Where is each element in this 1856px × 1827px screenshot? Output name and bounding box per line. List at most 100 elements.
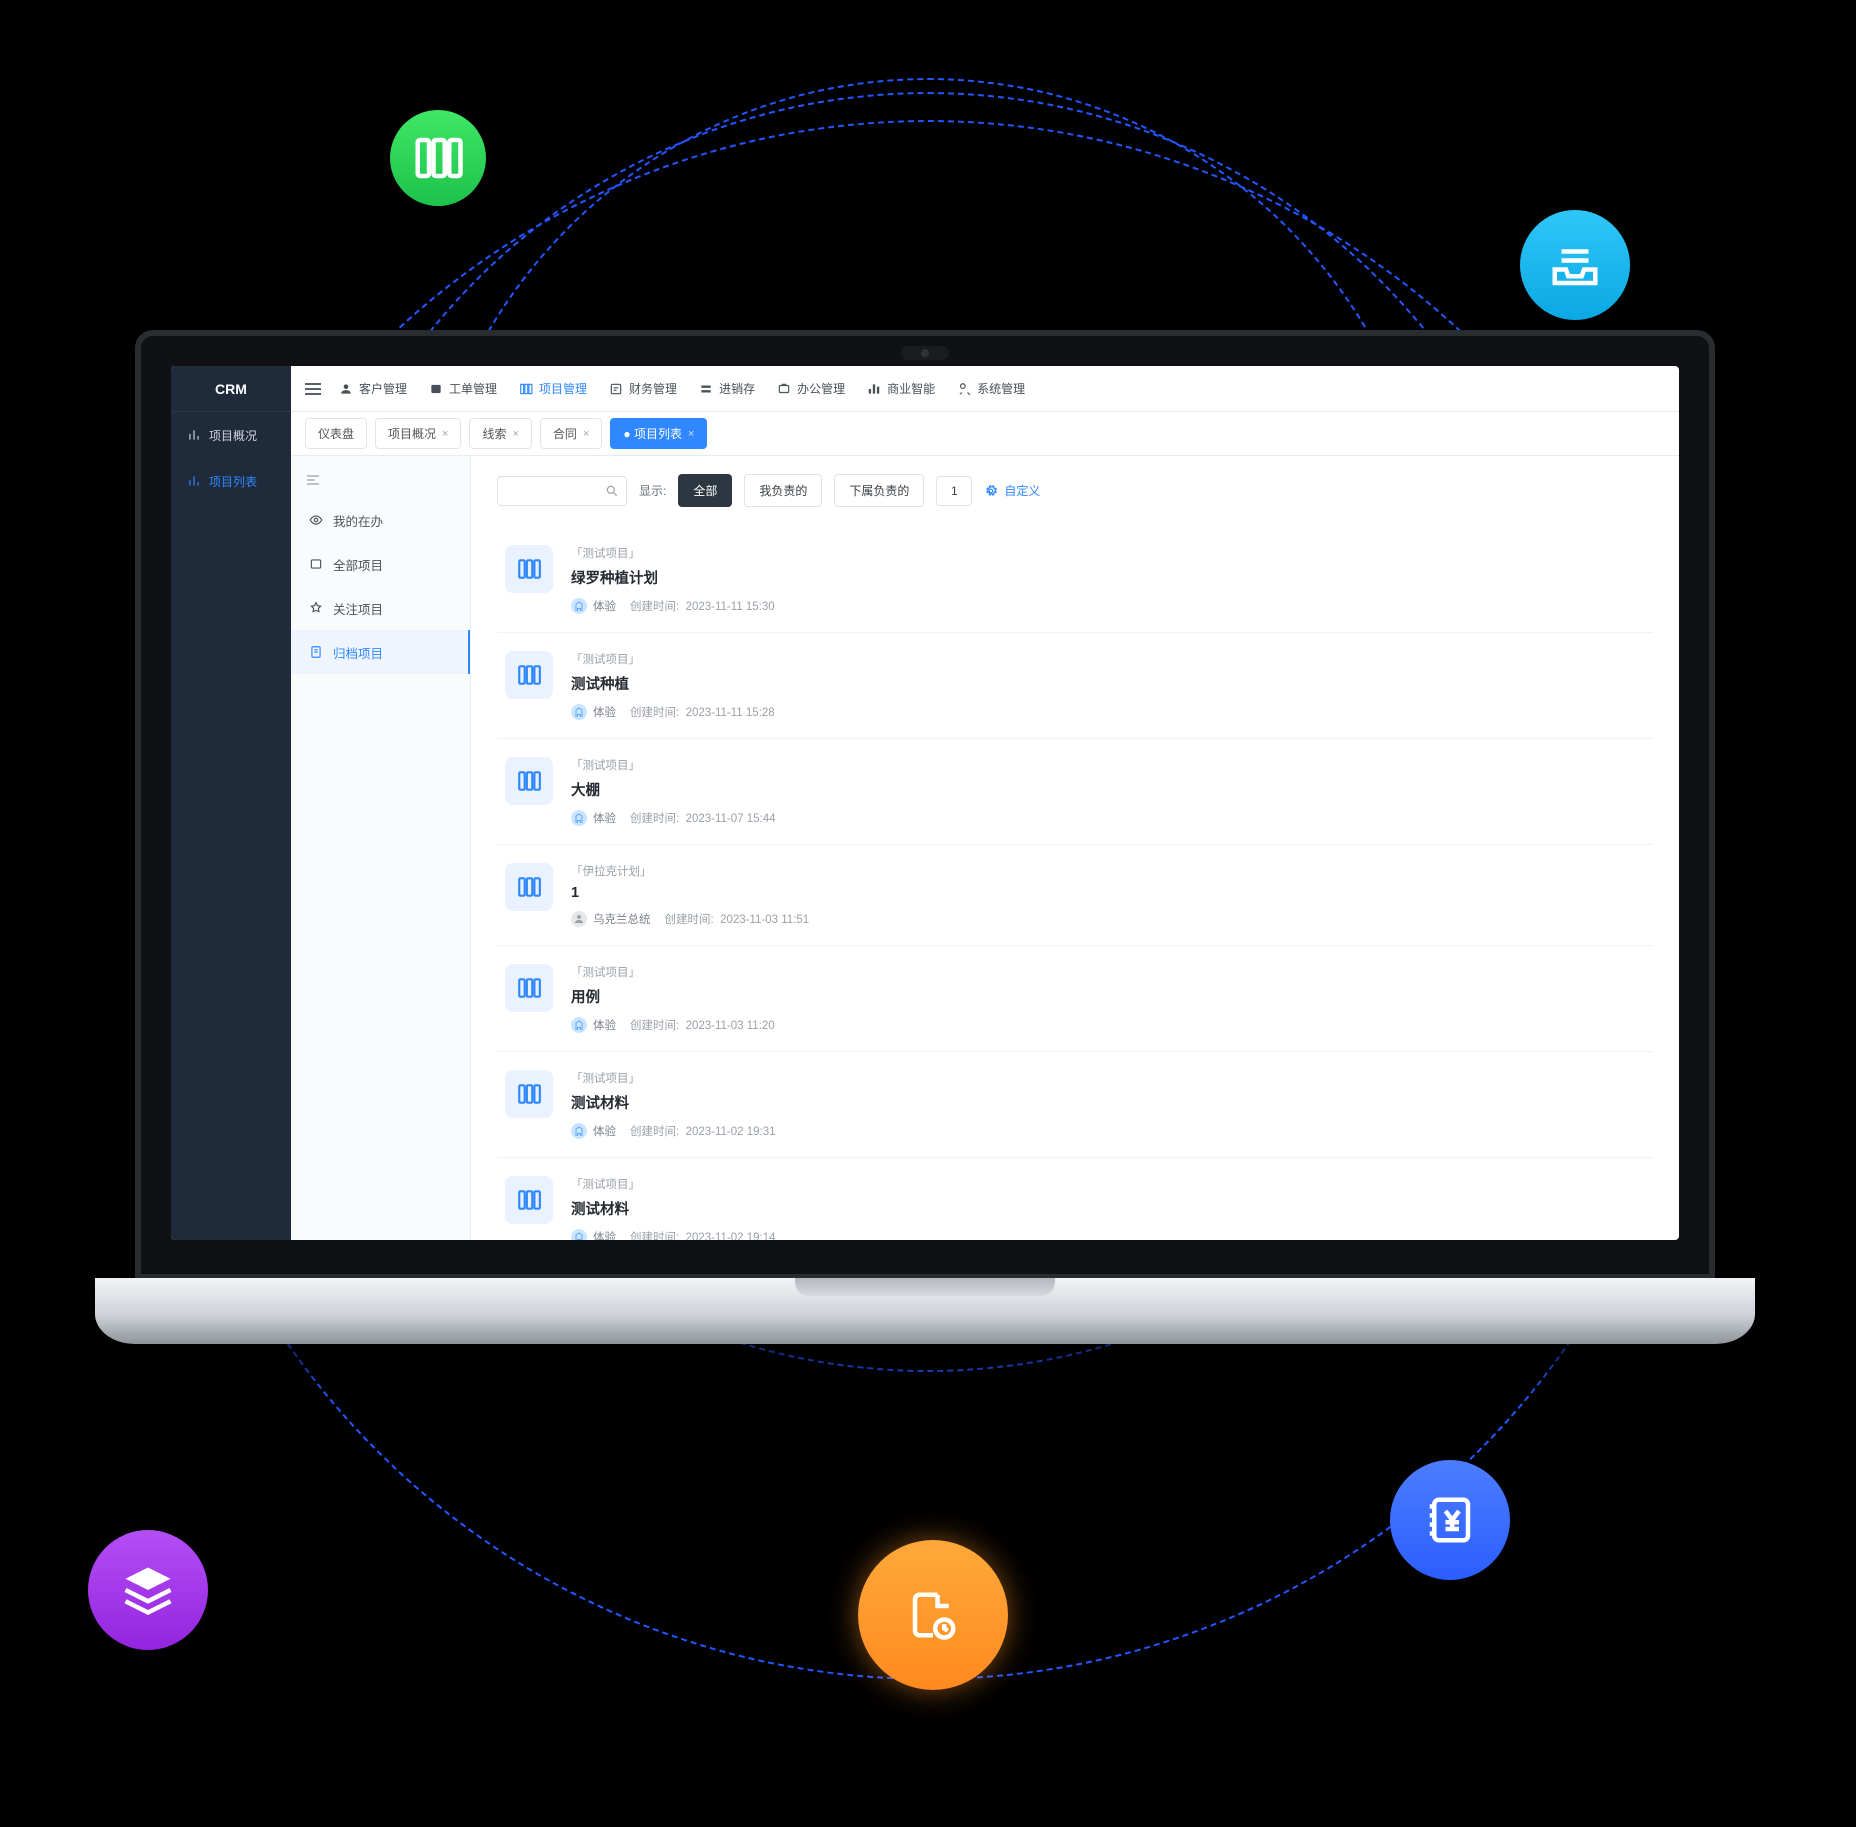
close-icon[interactable]: × [442, 428, 448, 440]
module-icon [867, 382, 881, 396]
project-title: 绿罗种植计划 [571, 567, 1645, 588]
project-icon [505, 1070, 553, 1118]
org-avatar-icon [571, 598, 587, 614]
project-created: 创建时间: 2023-11-11 15:30 [630, 598, 775, 614]
top-nav-1[interactable]: 工单管理 [421, 374, 505, 403]
project-category: 「伊拉克计划」 [571, 863, 1645, 879]
sidebar-item-1[interactable]: 项目列表 [171, 458, 291, 504]
sub-sidebar-item-2[interactable]: 关注项目 [291, 586, 470, 630]
sub-menu-icon [309, 513, 323, 527]
brand: CRM [171, 366, 291, 412]
layers-icon [88, 1530, 208, 1650]
crm-app: CRM 项目概况项目列表 客户管理工单管理项目管理财务管理进销存办公管理商业智能… [171, 366, 1679, 1240]
project-card[interactable]: 「测试项目」绿罗种植计划体验创建时间: 2023-11-11 15:30 [497, 527, 1653, 633]
file-clock-icon [858, 1540, 1008, 1690]
project-created: 创建时间: 2023-11-03 11:20 [630, 1017, 775, 1033]
project-category: 「测试项目」 [571, 757, 1645, 773]
module-icon [519, 382, 533, 396]
project-created: 创建时间: 2023-11-03 11:51 [665, 911, 810, 927]
project-title: 测试种植 [571, 673, 1645, 694]
project-title: 测试材料 [571, 1092, 1645, 1113]
custom-filter-button[interactable]: 自定义 [984, 482, 1040, 499]
project-card[interactable]: 「测试项目」用例体验创建时间: 2023-11-03 11:20 [497, 946, 1653, 1052]
org-avatar-icon [571, 704, 587, 720]
breadcrumb-tab-1[interactable]: 项目概况× [375, 418, 461, 449]
user-avatar-icon [571, 911, 587, 927]
module-icon [699, 382, 713, 396]
sub-sidebar-item-3[interactable]: 归档项目 [291, 630, 470, 674]
filter-subordinate[interactable]: 下属负责的 [834, 474, 924, 507]
module-icon [957, 382, 971, 396]
close-icon[interactable]: × [583, 428, 589, 440]
project-title: 测试材料 [571, 1198, 1645, 1219]
top-nav-0[interactable]: 客户管理 [331, 374, 415, 403]
breadcrumb-tab-2[interactable]: 线索× [469, 418, 531, 449]
project-owner: 体验 [571, 1017, 616, 1033]
yen-book-icon [1390, 1460, 1510, 1580]
project-icon [505, 651, 553, 699]
project-title: 用例 [571, 986, 1645, 1007]
project-card[interactable]: 「伊拉克计划」 1 乌克兰总统创建时间: 2023-11-03 11:51 [497, 845, 1653, 946]
tray-icon [1520, 210, 1630, 320]
close-icon[interactable]: × [512, 428, 518, 440]
sub-sidebar-item-1[interactable]: 全部项目 [291, 542, 470, 586]
project-owner: 体验 [571, 1229, 616, 1240]
project-card[interactable]: 「测试项目」测试种植体验创建时间: 2023-11-11 15:28 [497, 633, 1653, 739]
project-category: 「测试项目」 [571, 545, 1645, 561]
filter-mine[interactable]: 我负责的 [744, 474, 822, 507]
laptop-frame: CRM 项目概况项目列表 客户管理工单管理项目管理财务管理进销存办公管理商业智能… [95, 330, 1755, 1390]
collapse-sidebar-button[interactable] [291, 462, 470, 498]
project-owner: 体验 [571, 598, 616, 614]
close-icon[interactable]: × [688, 428, 694, 440]
project-icon [505, 964, 553, 1012]
sub-sidebar-item-0[interactable]: 我的在办 [291, 498, 470, 542]
top-nav-2[interactable]: 项目管理 [511, 374, 595, 403]
project-created: 创建时间: 2023-11-07 15:44 [630, 810, 776, 826]
breadcrumb-tab-0[interactable]: 仪表盘 [305, 418, 367, 449]
sub-menu-icon [309, 557, 323, 571]
books-icon [390, 110, 486, 206]
project-created: 创建时间: 2023-11-02 19:14 [630, 1229, 776, 1240]
project-card[interactable]: 「测试项目」测试材料体验 创建时间: 2023-11-02 19:14 [497, 1158, 1653, 1240]
project-category: 「测试项目」 [571, 1176, 1645, 1192]
top-nav-3[interactable]: 财务管理 [601, 374, 685, 403]
sub-menu-icon [309, 645, 323, 659]
project-owner: 乌克兰总统 [571, 911, 651, 927]
sidebar-item-0[interactable]: 项目概况 [171, 412, 291, 458]
bar-chart-icon [187, 428, 201, 442]
project-owner: 体验 [571, 704, 616, 720]
display-label: 显示: [639, 482, 666, 499]
content-area: 显示: 全部 我负责的 下属负责的 1 自定义 「测试项目」绿罗种植计划体验创建… [471, 456, 1679, 1240]
search-icon[interactable] [603, 482, 621, 500]
module-icon [777, 382, 791, 396]
project-card[interactable]: 「测试项目」大棚体验创建时间: 2023-11-07 15:44 [497, 739, 1653, 845]
top-nav-7[interactable]: 系统管理 [949, 374, 1033, 403]
project-created: 创建时间: 2023-11-02 19:31 [630, 1123, 776, 1139]
project-owner: 体验 [571, 810, 616, 826]
page-box[interactable]: 1 [936, 476, 972, 506]
org-avatar-icon [571, 1017, 587, 1033]
laptop-base [95, 1278, 1755, 1344]
sub-menu-icon [309, 601, 323, 615]
project-card[interactable]: 「测试项目」测试材料体验创建时间: 2023-11-02 19:31 [497, 1052, 1653, 1158]
filter-all[interactable]: 全部 [678, 474, 732, 507]
project-created: 创建时间: 2023-11-11 15:28 [630, 704, 775, 720]
org-avatar-icon [571, 1229, 587, 1240]
menu-toggle-icon[interactable] [305, 383, 321, 395]
project-title: 1 [571, 885, 1645, 901]
project-icon [505, 863, 553, 911]
breadcrumb-tab-3[interactable]: 合同× [540, 418, 602, 449]
project-owner: 体验 [571, 1123, 616, 1139]
bar-chart-icon [187, 474, 201, 488]
top-nav-6[interactable]: 商业智能 [859, 374, 943, 403]
project-category: 「测试项目」 [571, 1070, 1645, 1086]
primary-sidebar: CRM 项目概况项目列表 [171, 366, 291, 1240]
top-nav-4[interactable]: 进销存 [691, 374, 763, 403]
breadcrumb-tab-4[interactable]: ● 项目列表× [610, 418, 707, 449]
list-toolbar: 显示: 全部 我负责的 下属负责的 1 自定义 [497, 474, 1653, 507]
org-avatar-icon [571, 1123, 587, 1139]
project-category: 「测试项目」 [571, 651, 1645, 667]
top-nav-5[interactable]: 办公管理 [769, 374, 853, 403]
org-avatar-icon [571, 810, 587, 826]
project-icon [505, 545, 553, 593]
